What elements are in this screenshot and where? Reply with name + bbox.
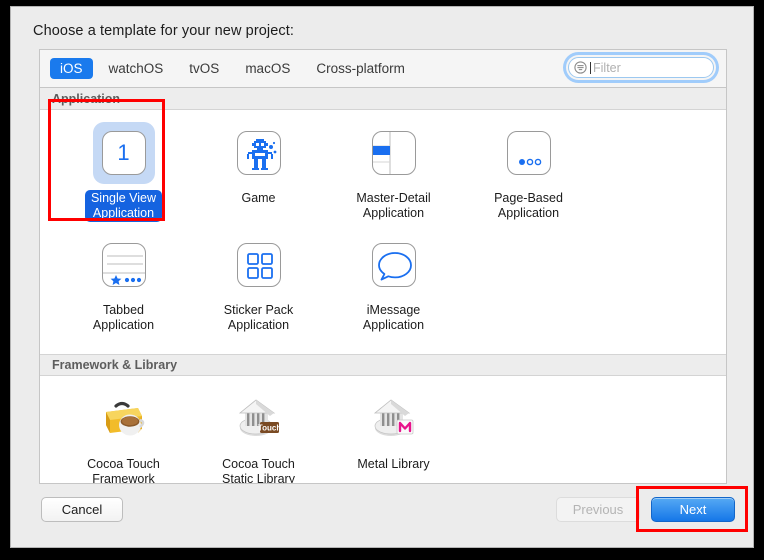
page-title: Choose a template for your new project: (33, 23, 295, 39)
text-cursor (590, 61, 591, 74)
screen: Choose a template for your new project: … (0, 0, 764, 560)
search-input[interactable]: Filter (568, 57, 714, 78)
template-item-sticker-pack[interactable]: Sticker Pack Application (191, 234, 326, 334)
section-header-application: Application (40, 88, 726, 110)
filter-lines-icon (574, 61, 587, 74)
next-button[interactable]: Next (651, 497, 735, 522)
template-item-cocoa-touch-framework[interactable]: Cocoa Touch Framework (56, 388, 191, 484)
template-label: Page-Based Application (494, 191, 563, 220)
template-item-metal-library[interactable]: Metal Library (326, 388, 461, 483)
filter-field-wrapper: Filter (566, 55, 716, 80)
template-label: Game (241, 191, 276, 205)
template-item-page-based[interactable]: Page-Based Application (461, 122, 596, 222)
template-item-single-view[interactable]: 1 Single View Application (56, 122, 191, 222)
tabbed-icon (93, 234, 155, 296)
cancel-button[interactable]: Cancel (41, 497, 123, 522)
template-list[interactable]: Application 1 Single View Application Ga… (39, 87, 727, 484)
template-label: Cocoa Touch Static Library (222, 457, 295, 484)
tab-watchos[interactable]: watchOS (99, 58, 174, 79)
template-label: Single View Application (84, 190, 163, 222)
template-label: iMessage Application (362, 303, 425, 332)
template-item-tabbed[interactable]: Tabbed Application (56, 234, 191, 334)
library-building-touch-icon: Touch (228, 388, 290, 450)
template-grid-application: 1 Single View Application Game Master-De… (40, 110, 726, 354)
game-robot-icon (228, 122, 290, 184)
toolbox-coffee-icon (93, 388, 155, 450)
template-label: Master-Detail Application (356, 191, 431, 220)
template-label: Tabbed Application (92, 303, 155, 332)
search-placeholder: Filter (593, 60, 621, 75)
tab-tvos[interactable]: tvOS (179, 58, 229, 79)
platform-tab-bar: iOS watchOS tvOS macOS Cross-platform Fi… (39, 49, 727, 87)
new-project-template-dialog: Choose a template for your new project: … (10, 6, 754, 548)
tab-macos[interactable]: macOS (235, 58, 300, 79)
imessage-bubble-icon (363, 234, 425, 296)
template-label: Cocoa Touch Framework (87, 457, 160, 484)
previous-button[interactable]: Previous (556, 497, 640, 522)
svg-text:Touch: Touch (257, 423, 281, 432)
template-label: Metal Library (357, 457, 430, 471)
template-item-cocoa-touch-static-library[interactable]: Touch Cocoa Touch Static Library (191, 388, 326, 484)
page-based-icon (498, 122, 560, 184)
template-item-master-detail[interactable]: Master-Detail Application (326, 122, 461, 222)
template-item-imessage[interactable]: iMessage Application (326, 234, 461, 334)
master-detail-icon (363, 122, 425, 184)
template-label: Sticker Pack Application (223, 303, 294, 332)
library-building-metal-icon (363, 388, 425, 450)
template-grid-framework-library: Cocoa Touch Framework Touch Cocoa Touch … (40, 376, 726, 484)
template-item-game[interactable]: Game (191, 122, 326, 222)
section-header-framework-library: Framework & Library (40, 354, 726, 376)
single-view-icon: 1 (92, 122, 155, 184)
tab-cross-platform[interactable]: Cross-platform (306, 58, 415, 79)
tab-ios[interactable]: iOS (50, 58, 93, 79)
sticker-pack-icon (228, 234, 290, 296)
